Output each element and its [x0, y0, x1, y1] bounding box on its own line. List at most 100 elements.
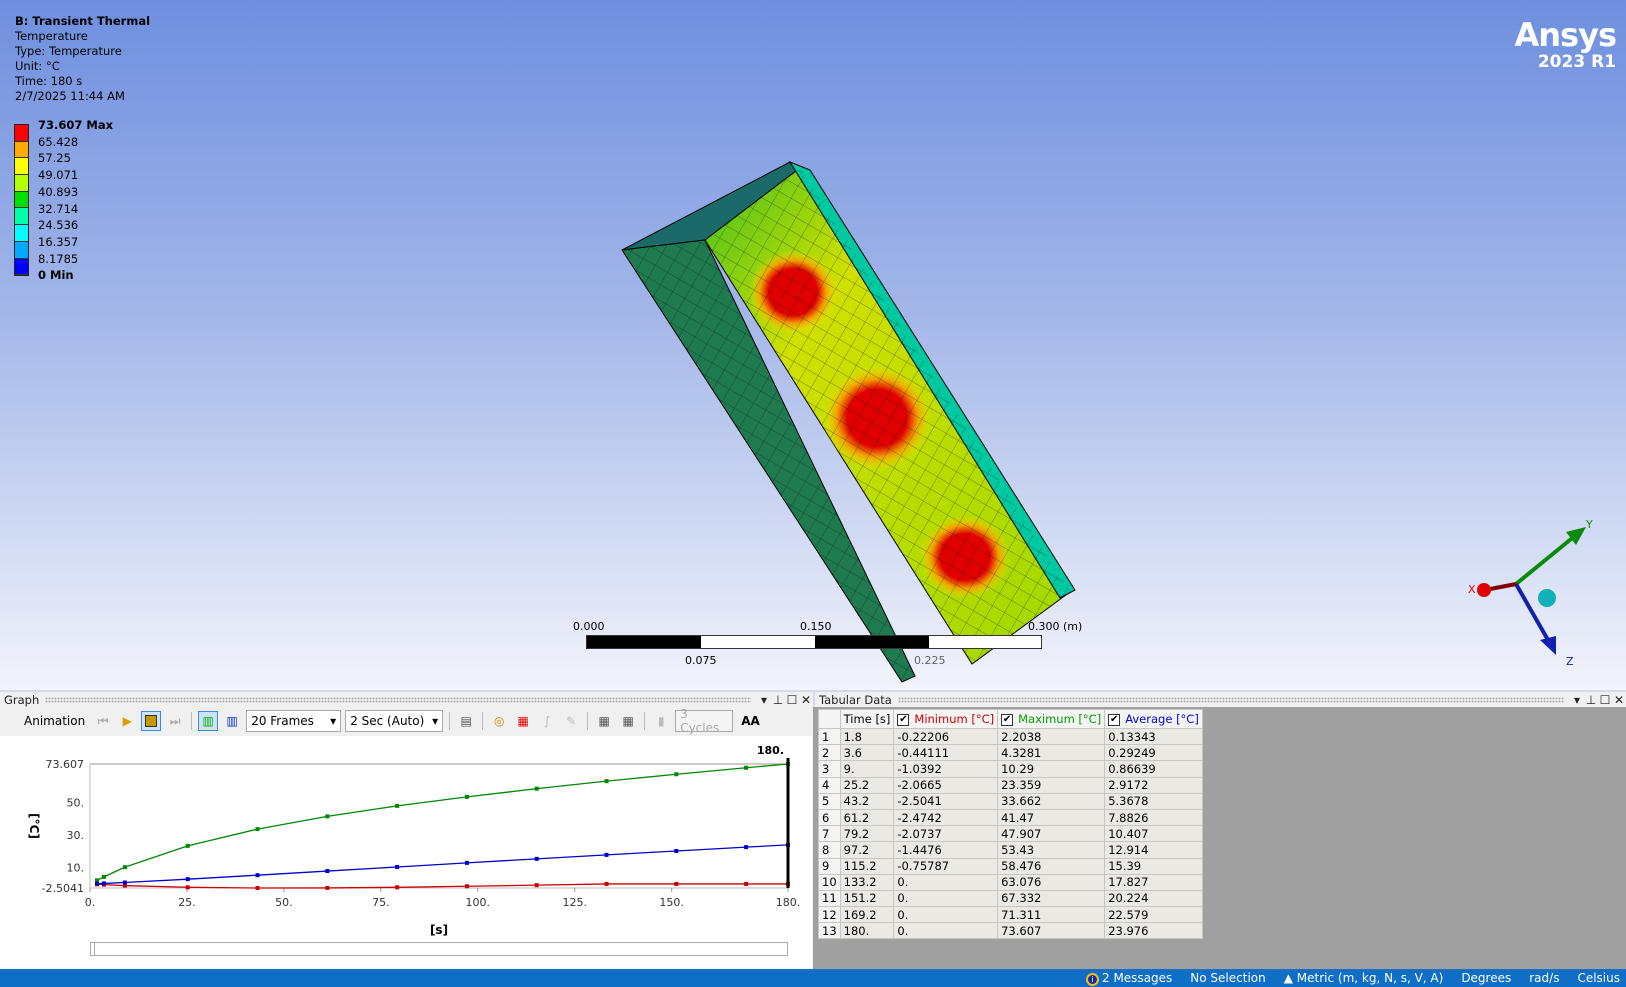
column-checkbox[interactable]: ✔ [1108, 713, 1121, 726]
table-cell: 47.907 [997, 825, 1106, 843]
column-checkbox[interactable]: ✔ [1001, 713, 1014, 726]
table-row[interactable]: 7 79.2 -2.0737 47.907 10.407 [818, 825, 1203, 843]
model-temperature-contour[interactable] [0, 0, 1626, 690]
table-cell: 0. [893, 922, 999, 940]
selection-status: No Selection [1190, 971, 1266, 985]
temperature-unit-status[interactable]: Celsius [1577, 971, 1620, 985]
table-cell: -1.0392 [893, 760, 999, 778]
table-row[interactable]: 1 1.8 -0.22206 2.2038 0.13343 [818, 727, 1203, 746]
frames-select[interactable]: 20 Frames ▾ [246, 710, 342, 732]
table-cell: 41.47 [997, 808, 1106, 827]
curve-icon[interactable]: ∫ [537, 711, 557, 731]
export-video-icon[interactable]: ▤ [456, 711, 476, 731]
table-cell: -0.44111 [893, 744, 999, 762]
table-row[interactable]: 2 3.6 -0.44111 4.3281 0.29249 [818, 744, 1203, 762]
graphics-viewport[interactable]: B: Transient Thermal Temperature Type: T… [0, 0, 1626, 690]
table-cell: 33.662 [997, 792, 1106, 810]
table-row[interactable]: 12 169.2 0. 71.311 22.579 [818, 906, 1203, 924]
table-row[interactable]: 11 151.2 0. 67.332 20.224 [818, 889, 1203, 908]
data-point [395, 885, 400, 890]
x-tick-label: 180. [776, 896, 801, 909]
data-point [185, 843, 190, 848]
first-frame-icon[interactable]: ⏮ [93, 711, 113, 731]
table-cell: 71.311 [997, 906, 1106, 924]
duration-select[interactable]: 2 Sec (Auto) ▾ [345, 710, 444, 732]
column-header-label: Average [°C] [1125, 712, 1199, 726]
tabular-data-panel: Tabular Data ▾ ⊥ ☐ ✕ Time [s] ✔ Minimum [°… [813, 690, 1626, 969]
table-row[interactable]: 10 133.2 0. 63.076 17.827 [818, 873, 1203, 891]
antialias-button[interactable]: AA [741, 714, 760, 728]
play-icon[interactable]: ▶ [117, 711, 137, 731]
table-cell: 0.86639 [1104, 760, 1203, 778]
data-point [534, 786, 539, 791]
table-cell: 169.2 [839, 906, 895, 924]
table-cell: 0. [893, 889, 999, 908]
row-number: 2 [818, 744, 841, 762]
dropdown-icon[interactable]: ▾ [757, 693, 771, 707]
column-header[interactable]: ✔ Minimum [°C] [893, 709, 999, 729]
table-cell: 151.2 [839, 889, 895, 908]
column-header[interactable]: Time [s] [839, 709, 895, 729]
table-cell: 73.607 [997, 922, 1106, 940]
maximize-icon[interactable]: ☐ [785, 693, 799, 707]
scale-label-0: 0.000 [573, 620, 605, 633]
data-point [604, 779, 609, 784]
y-tick-label: -2.5041 [42, 882, 84, 895]
x-tick-label: 0. [85, 896, 96, 909]
row-number-header [818, 709, 841, 729]
scale-label-1: 0.075 [685, 654, 717, 667]
series-line-0 [96, 883, 788, 889]
messages-status[interactable]: i2 Messages [1086, 971, 1172, 986]
temperature-chart[interactable]: 73.607 50. 30. 10. -2.5041 0. 25. 50. 75. 100. 125… [0, 736, 812, 969]
x-tick-label: 75. [372, 896, 390, 909]
column-header[interactable]: ✔ Average [°C] [1104, 709, 1203, 729]
maximize-icon[interactable]: ☐ [1598, 693, 1612, 707]
table-row[interactable]: 13 180. 0. 73.607 23.976 [818, 922, 1203, 940]
data-point [185, 885, 190, 890]
table-cell: 23.976 [1104, 922, 1203, 940]
table-cell: 79.2 [839, 825, 895, 843]
series-line-2 [96, 844, 789, 885]
angle-unit-status[interactable]: Degrees [1461, 971, 1511, 985]
table-row[interactable]: 3 9. -1.0392 10.29 0.86639 [818, 760, 1203, 778]
table-cell: -0.22206 [893, 727, 999, 746]
table-row[interactable]: 6 61.2 -2.4742 41.47 7.8826 [818, 808, 1203, 827]
table-row[interactable]: 9 115.2 -0.75787 58.476 15.39 [818, 857, 1203, 875]
stop-icon[interactable] [141, 711, 162, 731]
color-bars-icon[interactable]: ▦ [513, 711, 533, 731]
table-row[interactable]: 4 25.2 -2.0665 23.359 2.9172 [818, 776, 1203, 794]
close-icon[interactable]: ✕ [799, 693, 813, 707]
zoom-icon[interactable]: ◎ [489, 711, 509, 731]
table-cell: -2.0665 [893, 776, 999, 794]
table-cell: 61.2 [839, 808, 895, 827]
table-cell: 17.827 [1104, 873, 1203, 891]
pin-icon[interactable]: ⊥ [771, 693, 785, 707]
pin-icon[interactable]: ⊥ [1584, 693, 1598, 707]
data-point [604, 852, 609, 857]
graph-panel-header: Graph ▾ ⊥ ☐ ✕ [0, 690, 813, 707]
table-cell: 7.8826 [1104, 808, 1203, 827]
rotational-unit-status[interactable]: rad/s [1529, 971, 1559, 985]
table-row[interactable]: 8 97.2 -1.4476 53.43 12.914 [818, 841, 1203, 859]
x-tick-label: 150. [659, 896, 684, 909]
result-sets-icon[interactable]: ▥ [222, 711, 242, 731]
table-icon[interactable]: ▦ [594, 711, 614, 731]
column-header[interactable]: ✔ Maximum [°C] [997, 709, 1106, 729]
brush-icon[interactable]: ✎ [561, 711, 581, 731]
time-scrollbar[interactable] [90, 942, 788, 956]
row-number: 9 [818, 857, 841, 875]
close-icon[interactable]: ✕ [1612, 693, 1626, 707]
y-axis-label: [°C] [27, 813, 41, 839]
dropdown-icon[interactable]: ▾ [1570, 693, 1584, 707]
distributed-frames-icon[interactable]: ▥ [198, 711, 219, 731]
table-alt-icon[interactable]: ▦ [618, 711, 638, 731]
table-cell: 58.476 [997, 857, 1106, 875]
info-icon: i [1086, 972, 1099, 986]
unit-system-status[interactable]: ▲ Metric (m, kg, N, s, V, A) [1284, 971, 1444, 985]
row-number: 4 [818, 776, 841, 794]
last-frame-icon[interactable]: ⏭ [165, 711, 185, 731]
cycles-input[interactable]: 3 Cycles [675, 707, 734, 735]
table-row[interactable]: 5 43.2 -2.5041 33.662 5.3678 [818, 792, 1203, 810]
column-checkbox[interactable]: ✔ [897, 713, 910, 726]
table-cell: 10.407 [1104, 825, 1203, 843]
